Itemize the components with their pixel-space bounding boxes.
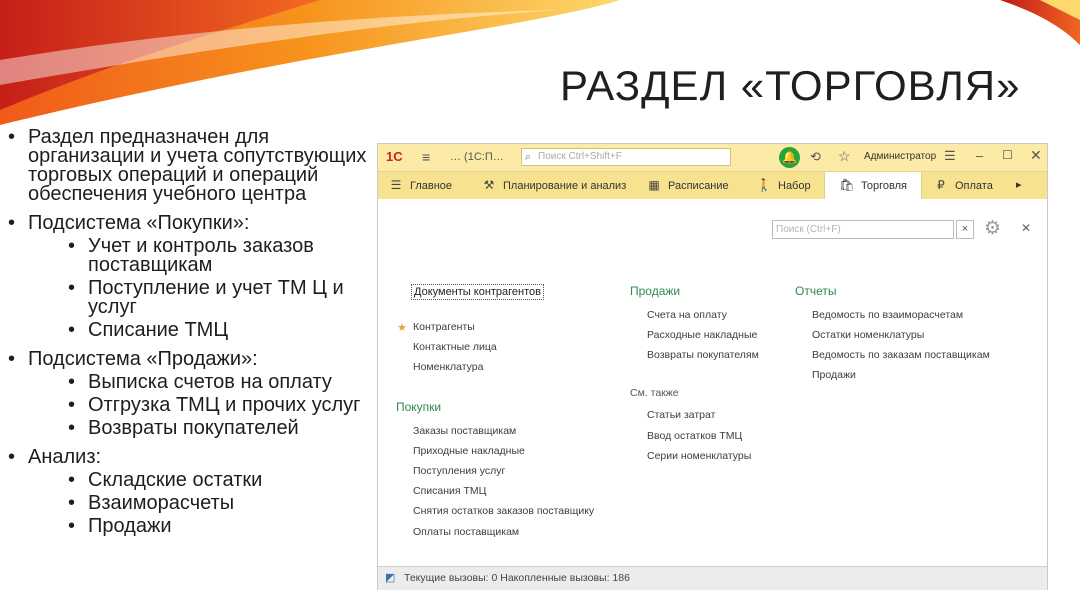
link-order-cancellations[interactable]: Снятия остатков заказов поставщику	[413, 505, 594, 517]
section-navbar: ☰ Главное ⚒ Планирование и анализ ▦ Расписа…	[378, 172, 1047, 199]
link-settlements-report[interactable]: Ведомость по взаиморасчетам	[812, 309, 963, 321]
sales-header: Продажи	[630, 284, 681, 298]
link-sales-report[interactable]: Продажи	[812, 369, 856, 381]
bullet-item: • Подсистема «Покупки»: • Учет и контроль…	[8, 212, 368, 341]
link-stock-report[interactable]: Остатки номенклатуры	[812, 329, 924, 341]
link-supplier-payments[interactable]: Оплаты поставщикам	[413, 526, 519, 538]
nav-more-arrow-icon[interactable]: ▸	[1016, 172, 1022, 199]
section-content: Поиск (Ctrl+F) × ⚙ ✕ Документы контраген…	[378, 200, 1047, 566]
sub-bullet-item: • Отгрузка ТМЦ и прочих услуг	[68, 394, 361, 416]
app-title: … (1С:П…	[450, 151, 504, 163]
settings-menu-icon[interactable]: ☰	[944, 148, 956, 164]
current-user[interactable]: Администратор	[864, 151, 936, 162]
calls-icon: ◩	[385, 572, 396, 584]
bullet-dot-icon: •	[68, 371, 76, 393]
link-nomenclature[interactable]: Номенклатура	[413, 361, 483, 373]
bullet-dot-icon: •	[68, 492, 76, 514]
slide: РАЗДЕЛ «ТОРГОВЛЯ» • Раздел предназначен …	[0, 0, 1080, 608]
bullet-dot-icon: •	[8, 348, 16, 370]
link-sales-invoices[interactable]: Расходные накладные	[647, 329, 757, 341]
maximize-icon[interactable]: ☐	[1002, 148, 1013, 162]
status-bar: ◩ Текущие вызовы: 0 Накопленные вызовы: …	[378, 566, 1047, 590]
person-walking-icon: 🚶	[756, 178, 772, 192]
favorites-star-icon[interactable]: ☆	[838, 148, 851, 165]
grid-icon: ▦	[648, 178, 660, 192]
bullet-dot-icon: •	[68, 394, 76, 416]
sub-bullet-item: • Взаиморасчеты	[68, 492, 235, 514]
sub-bullet-item: • Учет и контроль заказов поставщикам	[68, 235, 314, 276]
menu-lines-icon: ☰	[390, 178, 402, 192]
bullet-list: • Раздел предназначен для организации и …	[8, 126, 368, 546]
app-window: 1С ≡ … (1С:П… ⌕ Поиск Ctrl+Shift+F 🔔 ⟲ ☆…	[377, 143, 1048, 590]
bullet-dot-icon: •	[68, 469, 76, 491]
global-search-input[interactable]: ⌕ Поиск Ctrl+Shift+F	[521, 148, 731, 166]
nav-item-trade[interactable]: 🛍 Торговля	[824, 172, 922, 199]
bullet-dot-icon: •	[8, 126, 16, 148]
link-contractors[interactable]: Контрагенты	[413, 321, 475, 333]
tools-icon: ⚒	[483, 178, 495, 192]
link-receipt-invoices[interactable]: Приходные накладные	[413, 445, 525, 457]
notifications-bell-icon[interactable]: 🔔	[779, 147, 800, 168]
sub-bullet-item: • Складские остатки	[68, 469, 263, 491]
slide-title: РАЗДЕЛ «ТОРГОВЛЯ»	[560, 62, 1021, 109]
window-topbar: 1С ≡ … (1С:П… ⌕ Поиск Ctrl+Shift+F 🔔 ⟲ ☆…	[378, 144, 1047, 172]
close-section-icon[interactable]: ✕	[1021, 221, 1031, 235]
link-cost-items[interactable]: Статьи затрат	[647, 409, 715, 421]
nav-item-main[interactable]: ☰ Главное	[388, 172, 452, 199]
link-series[interactable]: Серии номенклатуры	[647, 450, 751, 462]
sub-bullet-item: • Продажи	[68, 515, 172, 537]
search-icon: ⌕	[525, 151, 532, 163]
link-invoices[interactable]: Счета на оплату	[647, 309, 727, 321]
sub-bullet-item: • Поступление и учет ТМ Ц и услуг	[68, 277, 344, 318]
gear-icon[interactable]: ⚙	[984, 217, 1001, 240]
bullet-dot-icon: •	[68, 319, 76, 341]
bullet-dot-icon: •	[8, 212, 16, 234]
hamburger-menu-icon[interactable]: ≡	[422, 149, 430, 165]
bullet-item: • Раздел предназначен для организации и …	[8, 126, 367, 205]
ruble-coin-icon: ₽	[937, 178, 945, 192]
status-text: Текущие вызовы: 0 Накопленные вызовы: 18…	[404, 572, 630, 584]
shopping-bag-icon: 🛍	[839, 178, 855, 192]
documents-header[interactable]: Документы контрагентов	[411, 284, 544, 300]
nav-item-enrollment[interactable]: 🚶 Набор	[756, 172, 811, 199]
bullet-dot-icon: •	[8, 446, 16, 468]
nav-item-payment[interactable]: ₽ Оплата	[933, 172, 993, 199]
bullet-dot-icon: •	[68, 277, 76, 299]
nav-item-schedule[interactable]: ▦ Расписание	[646, 172, 728, 199]
clear-search-button[interactable]: ×	[956, 220, 974, 239]
section-search-input[interactable]: Поиск (Ctrl+F)	[772, 220, 954, 239]
bullet-dot-icon: •	[68, 235, 76, 257]
sub-bullet-item: • Выписка счетов на оплату	[68, 371, 332, 393]
nav-item-planning[interactable]: ⚒ Планирование и анализ	[481, 172, 627, 199]
see-also-label: См. также	[630, 387, 679, 399]
bullet-item: • Подсистема «Продажи»: • Выписка счетов …	[8, 348, 368, 439]
reports-header: Отчеты	[795, 284, 837, 298]
1c-logo: 1С	[386, 149, 403, 164]
bullet-dot-icon: •	[68, 515, 76, 537]
purchases-header: Покупки	[396, 400, 442, 414]
close-window-icon[interactable]: ✕	[1030, 147, 1042, 164]
link-purchase-orders[interactable]: Заказы поставщикам	[413, 425, 516, 437]
link-stock-input[interactable]: Ввод остатков ТМЦ	[647, 430, 742, 442]
sub-bullet-item: • Списание ТМЦ	[68, 319, 229, 341]
minimize-icon[interactable]: –	[976, 148, 983, 163]
link-contacts[interactable]: Контактные лица	[413, 341, 497, 353]
bullet-item: • Анализ: • Складские остатки • Взаиморасч…	[8, 446, 368, 537]
bullet-dot-icon: •	[68, 417, 76, 439]
history-icon[interactable]: ⟲	[810, 149, 821, 165]
link-orders-report[interactable]: Ведомость по заказам поставщикам	[812, 349, 990, 361]
link-customer-returns[interactable]: Возвраты покупателям	[647, 349, 759, 361]
link-writeoffs[interactable]: Списания ТМЦ	[413, 485, 486, 497]
link-service-receipts[interactable]: Поступления услуг	[413, 465, 505, 477]
favorite-star-icon: ★	[397, 322, 407, 334]
sub-bullet-item: • Возвраты покупателей	[68, 417, 299, 439]
